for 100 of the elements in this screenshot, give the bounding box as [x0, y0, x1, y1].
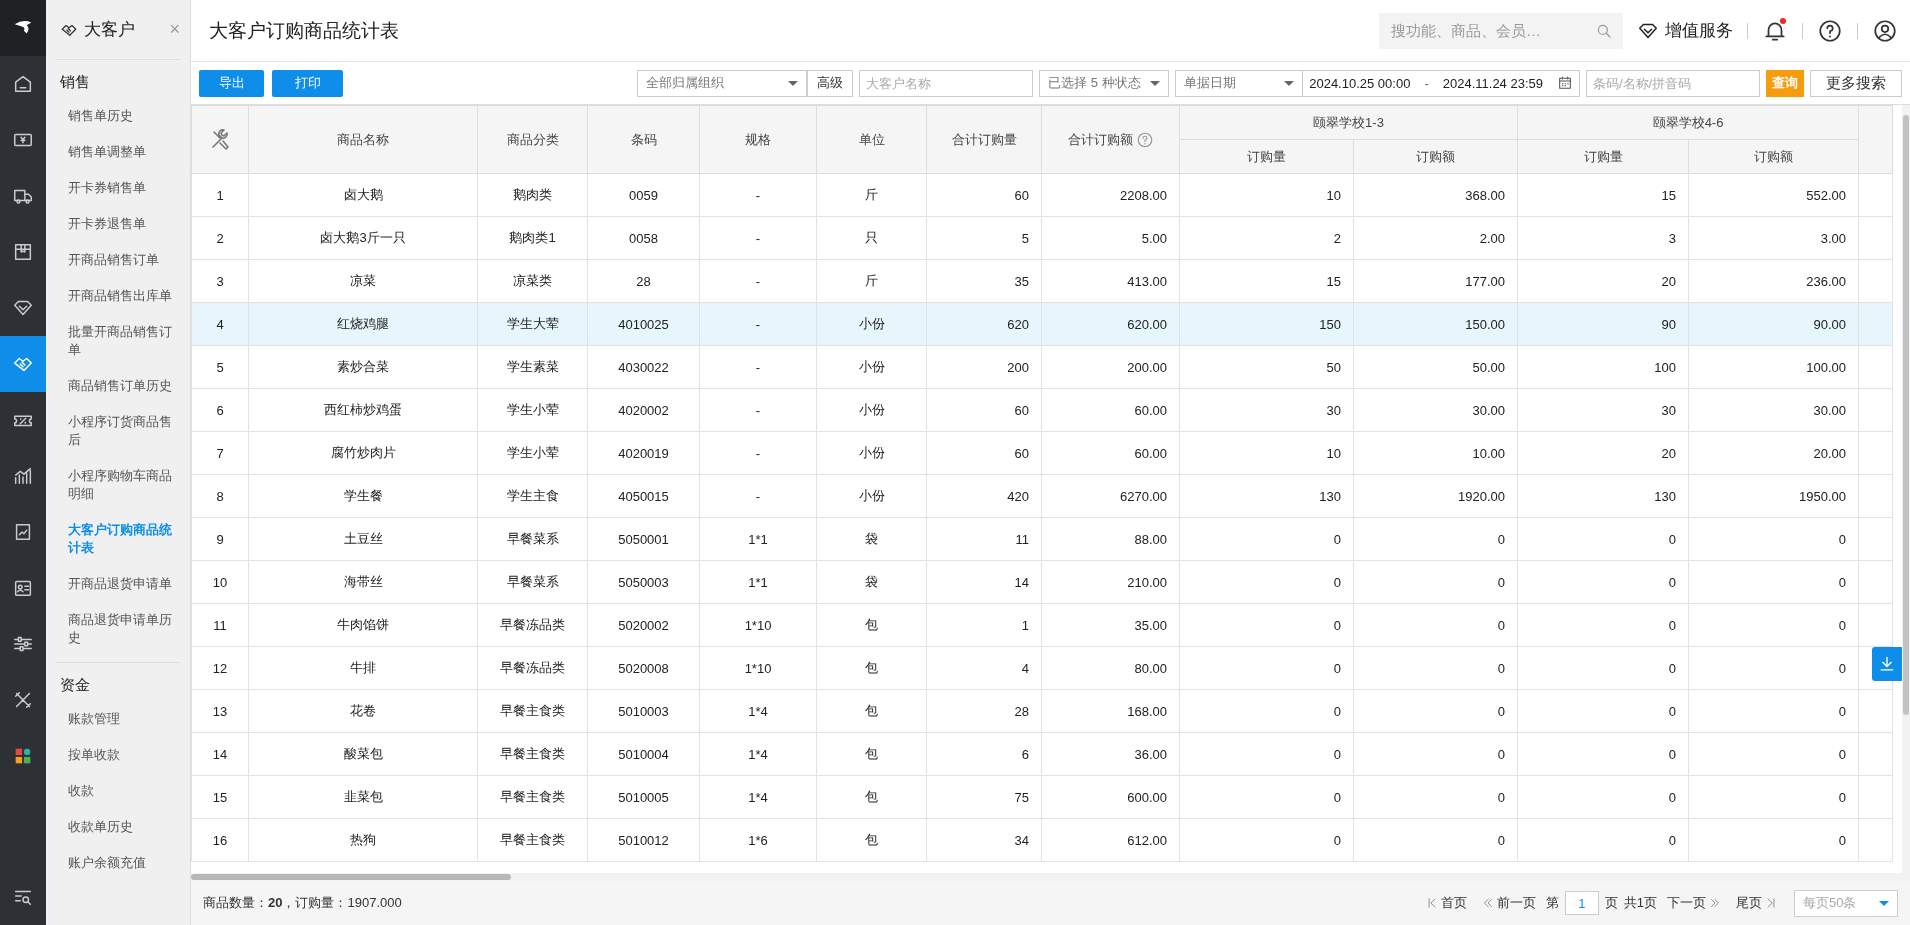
- table-cell: 0: [1497, 789, 1505, 805]
- customer-field[interactable]: 大客户名称: [859, 69, 1034, 97]
- table-cell: 鹅肉类: [513, 187, 552, 202]
- table-cell: 早餐冻品类: [500, 660, 565, 675]
- table-row[interactable]: 3 凉菜 凉菜类 28 - 斤 35 413.00 15 177.00 20 236.00: [191, 259, 1893, 303]
- table-cell: 0: [1668, 746, 1676, 762]
- more-search-button[interactable]: 更多搜索: [1810, 69, 1902, 97]
- table-row[interactable]: 13 花卷 早餐主食类 5010003 1*4 包 28 168.00 0 0 0 0: [191, 689, 1893, 733]
- download-button[interactable]: [1872, 647, 1902, 681]
- nav-item[interactable]: 账户余额充值: [56, 845, 180, 881]
- table-row[interactable]: 14 酸菜包 早餐主食类 5010004 1*4 包 6 36.00 0 0 0 0: [191, 732, 1893, 776]
- calendar-icon: [1557, 75, 1573, 91]
- user-button[interactable]: [1872, 17, 1898, 44]
- table-cell: 牛排: [350, 660, 376, 675]
- search-field[interactable]: 搜功能、商品、会员…: [1379, 12, 1623, 49]
- table-cell: 斤: [865, 187, 878, 202]
- nav-item[interactable]: 商品退货申请单历史: [56, 602, 180, 656]
- table-cell: 30: [1661, 402, 1676, 418]
- nav-item[interactable]: 开商品销售出库单: [56, 278, 180, 314]
- table-row[interactable]: 5 素炒合菜 学生素菜 4030022 - 小份 200 200.00 50 50.00 100 100.00: [191, 345, 1893, 389]
- table-row[interactable]: 16 热狗 早餐主食类 5010012 1*6 包 34 612.00 0 0 0 0: [191, 818, 1893, 862]
- table-row[interactable]: 6 西红柿炒鸡蛋 学生小荤 4020002 - 小份 60 60.00 30 30.00 30 30.00: [191, 388, 1893, 432]
- table-cell: 1: [1021, 617, 1029, 633]
- table-cell: 1*6: [748, 832, 768, 848]
- nav-item[interactable]: 小程序购物车商品明细: [56, 458, 180, 512]
- column-header: 商品分类: [506, 131, 559, 147]
- table-cell: 4010025: [618, 316, 669, 332]
- previous-page-link[interactable]: 前一页: [1480, 894, 1536, 912]
- table-cell: 6: [1021, 746, 1029, 762]
- table-row[interactable]: 9 土豆丝 早餐菜系 5050001 1*1 袋 11 88.00 0 0 0 0: [191, 517, 1893, 561]
- advanced-button[interactable]: 高级: [807, 69, 854, 97]
- table-cell: 30: [1326, 402, 1341, 418]
- nav-item[interactable]: 按单收款: [56, 737, 180, 773]
- table-cell: 150.00: [1465, 316, 1505, 332]
- scrollbar-thumb[interactable]: [1903, 115, 1909, 715]
- table-cell: 60: [1014, 402, 1029, 418]
- organization-dropdown[interactable]: 全部归属组织: [637, 69, 808, 97]
- nav-item[interactable]: 销售单调整单: [56, 134, 180, 170]
- nav-item[interactable]: 商品销售订单历史: [56, 368, 180, 404]
- table-cell: 袋: [865, 531, 878, 546]
- table-row[interactable]: 8 学生餐 学生主食 4050015 - 小份 420 6270.00 130 1920.00 130 1950.00: [191, 474, 1893, 518]
- table-row[interactable]: 15 韭菜包 早餐主食类 5010005 1*4 包 75 600.00 0 0 0 0: [191, 775, 1893, 819]
- table-cell: 小份: [858, 445, 885, 460]
- table-cell: 早餐主食类: [500, 832, 565, 847]
- table-cell: 1*4: [748, 703, 768, 719]
- nav-item[interactable]: 小程序订货商品售后: [56, 404, 180, 458]
- date-range-field[interactable]: 2024.10.25 00:00 - 2024.11.24 23:59: [1302, 69, 1580, 97]
- table-cell: -: [755, 445, 761, 461]
- row-number: 15: [212, 789, 228, 805]
- table-row[interactable]: 7 腐竹炒肉片 学生小荤 4020019 - 小份 60 60.00 10 10.00 20 20.00: [191, 431, 1893, 475]
- table-cell: 学生小荤: [506, 402, 559, 417]
- table-cell: 2.00: [1479, 230, 1505, 246]
- table-cell: -: [755, 488, 761, 504]
- table-cell: 0: [1497, 574, 1505, 590]
- scrollbar-thumb[interactable]: [191, 874, 511, 880]
- first-page-link[interactable]: 首页: [1424, 894, 1467, 912]
- status-dropdown[interactable]: 已选择 5 种状态: [1039, 69, 1170, 97]
- table-cell: 0: [1497, 531, 1505, 547]
- box-icon: [12, 241, 34, 263]
- table-cell: 50.00: [1472, 359, 1505, 375]
- nav-item[interactable]: 批量开商品销售订单: [56, 314, 180, 368]
- nav-item[interactable]: 收款: [56, 773, 180, 809]
- table-row[interactable]: 10 海带丝 早餐菜系 5050003 1*1 袋 14 210.00 0 0 0 0: [191, 560, 1893, 604]
- help-icon[interactable]: [1135, 130, 1154, 149]
- table-cell: 包: [865, 832, 878, 847]
- nav-item[interactable]: 开商品退货申请单: [56, 566, 180, 602]
- nav-item[interactable]: 开卡券退售单: [56, 206, 180, 242]
- table-cell: 5020002: [618, 617, 669, 633]
- help-button[interactable]: [1817, 17, 1843, 44]
- nav-item[interactable]: 销售单历史: [56, 98, 180, 134]
- table-cell: 100: [1654, 359, 1676, 375]
- next-page-link[interactable]: 下一页: [1667, 894, 1722, 912]
- table-cell: 1*10: [744, 617, 772, 633]
- table-cell: 5050003: [618, 574, 669, 590]
- notification-button[interactable]: [1762, 17, 1788, 44]
- table-cell: 0: [1668, 789, 1676, 805]
- value-service-link[interactable]: 增值服务: [1637, 19, 1733, 42]
- table-cell: 90.00: [1813, 316, 1847, 332]
- tools-icon: [12, 689, 34, 711]
- table-row[interactable]: 2 卤大鹅3斤一只 鹅肉类1 0058 - 只 5 5.00 2 2.00 3 3.00: [191, 216, 1893, 260]
- nav-item[interactable]: 收款单历史: [56, 809, 180, 845]
- table-cell: 1*4: [748, 789, 768, 805]
- table-cell: 10: [1326, 187, 1341, 203]
- table-row[interactable]: 11 牛肉馅饼 早餐冻品类 5020002 1*10 包 1 35.00 0 0 0 0: [191, 603, 1893, 647]
- table-cell: 小份: [858, 359, 885, 374]
- table-row[interactable]: 1 卤大鹅 鹅肉类 0059 - 斤 60 2208.00 10 368.00 15 552.00: [191, 173, 1893, 217]
- nav-item[interactable]: 开商品销售订单: [56, 242, 180, 278]
- table-cell: 0059: [629, 187, 658, 203]
- last-page-link[interactable]: 尾页: [1736, 894, 1778, 912]
- table-row[interactable]: 4 红烧鸡腿 学生大荤 4010025 - 小份 620 620.00 150 150.00 90 90.00: [191, 302, 1893, 346]
- barcode-field[interactable]: 条码/名称/拼音码: [1586, 69, 1760, 97]
- table-cell: 5: [1021, 230, 1029, 246]
- table-cell: 15: [1326, 273, 1341, 289]
- date-type-dropdown[interactable]: 单据日期: [1175, 69, 1303, 97]
- nav-item[interactable]: 账款管理: [56, 701, 180, 737]
- table-cell: 0: [1838, 617, 1847, 633]
- table-cell: 红烧鸡腿: [337, 316, 389, 331]
- nav-item[interactable]: 开卡券销售单: [56, 170, 180, 206]
- table-cell: 60: [1014, 445, 1029, 461]
- row-number: 4: [216, 316, 224, 332]
